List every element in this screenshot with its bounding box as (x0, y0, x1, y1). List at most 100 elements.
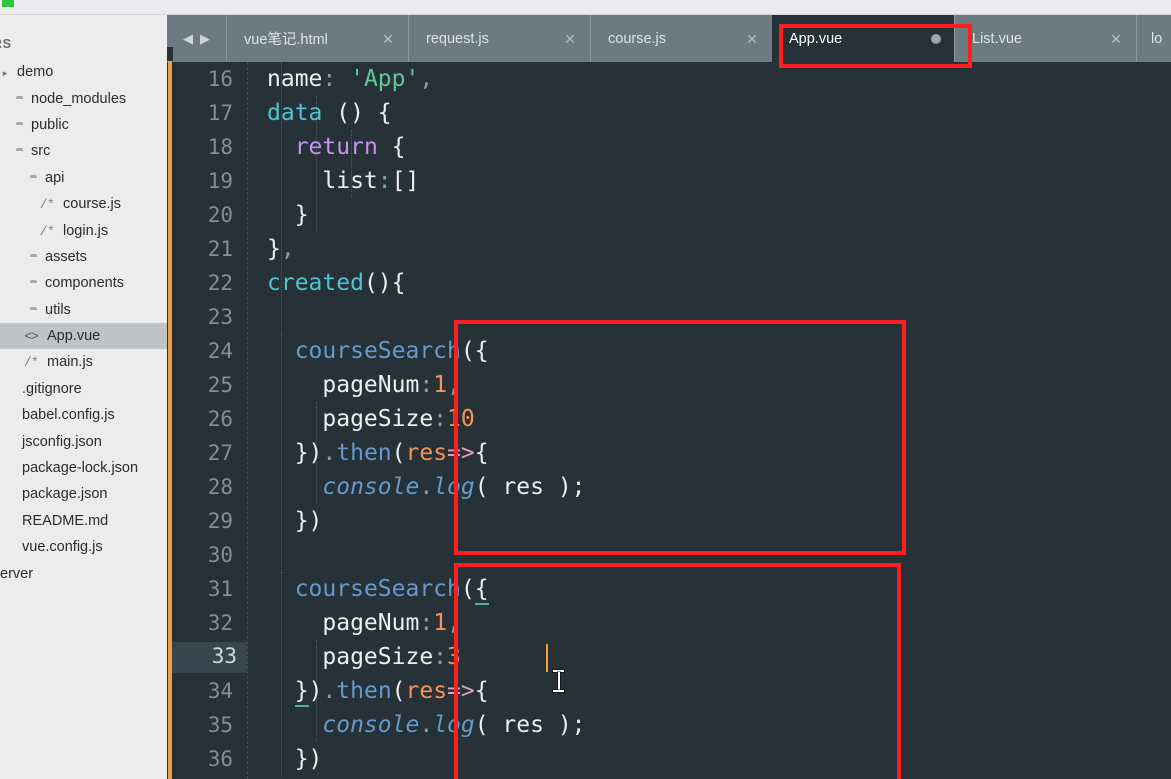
tree-item-label: node_modules (31, 90, 127, 107)
tree-item-app-vue[interactable]: <> App.vue (0, 322, 167, 350)
line-number: 36 (207, 747, 233, 771)
code-line-16: name: 'App', (267, 66, 434, 92)
nav-forward-icon[interactable]: ▶ (200, 31, 210, 47)
line-number: 26 (207, 407, 233, 431)
line-number: 16 (207, 67, 233, 91)
editor-tab-lo[interactable]: lo (1136, 15, 1171, 62)
tree-item-label: login.js (63, 222, 109, 239)
js-file-icon: /* (39, 197, 55, 213)
tree-item-demo[interactable]: ▸ demo (0, 59, 167, 85)
tree-item-label: src (31, 143, 51, 160)
code-line-24: courseSearch({ (294, 338, 489, 364)
tree-item-erver[interactable]: erver (0, 560, 167, 586)
tree-item-package-lock-json[interactable]: package-lock.json (0, 455, 167, 481)
tree-item-label: main.js (47, 354, 93, 371)
line-number: 33 (211, 644, 237, 668)
code-line-29: }) (267, 508, 323, 534)
line-number: 20 (207, 203, 233, 227)
os-title-strip (0, 0, 1171, 15)
editor-tab-list-vue[interactable]: List.vue ✕ (954, 15, 1136, 62)
line-number: 18 (207, 135, 233, 159)
nav-back-icon[interactable]: ◀ (183, 31, 193, 47)
tree-item-label: README.md (22, 512, 109, 529)
tab-close-icon[interactable]: ✕ (381, 32, 395, 46)
code-line-19: list:[] (267, 168, 420, 194)
tree-item-package-json[interactable]: package.json (0, 481, 167, 507)
code-line-22: created(){ (267, 270, 406, 296)
editor-tab-label: List.vue (972, 30, 1022, 47)
tree-item-label: api (45, 169, 65, 186)
editor-tab-request-js[interactable]: request.js ✕ (408, 15, 590, 62)
code-line-27: }).then(res=>{ (267, 440, 489, 466)
code-line-20: } (267, 202, 309, 228)
tree-item-src[interactable]: src (0, 138, 167, 164)
tree-item-label: .gitignore (22, 380, 82, 397)
code-line-25: pageNum:1, (267, 372, 461, 398)
js-file-icon: /* (39, 223, 55, 239)
vue-file-icon: <> (24, 329, 38, 345)
file-tree[interactable]: ▸ demo node_modulespublic src api /* course.js… (0, 59, 167, 587)
code-line-26: pageSize:10 (267, 406, 475, 432)
editor-tab-bar[interactable]: ◀ ▶ vue笔记.html ✕ request.js ✕ course.js ✕ App.… (167, 15, 1171, 62)
editor-edge-filler (167, 47, 173, 61)
line-number: 24 (207, 339, 233, 363)
tree-item-label: demo (17, 64, 54, 81)
tree-item-babel-config-js[interactable]: babel.config.js (0, 402, 167, 428)
tree-item-vue-config-js[interactable]: vue.config.js (0, 534, 167, 560)
tree-item-readme-md[interactable]: README.md (0, 508, 167, 534)
editor-tab-app-vue[interactable]: App.vue (772, 15, 954, 62)
editor-accent-bar (168, 61, 172, 779)
tree-item-label: jsconfig.json (22, 433, 102, 450)
explorer-sidebar[interactable]: ERS ▸ demo node_modulespublic src api /* cours… (0, 15, 167, 779)
tab-close-icon[interactable]: ✕ (563, 32, 577, 46)
tree-item-node-modules[interactable]: node_modules (0, 85, 167, 111)
tree-item-login-js[interactable]: /* login.js (0, 217, 167, 243)
code-line-33: pageSize:3 (267, 644, 461, 670)
tree-item-main-js[interactable]: /* main.js (0, 349, 167, 375)
editor-tab-course-js[interactable]: course.js ✕ (590, 15, 772, 62)
line-number: 25 (207, 373, 233, 397)
code-line-31: courseSearch({ (267, 572, 489, 606)
tree-item-assets[interactable]: assets (0, 244, 167, 270)
tree-item-label: utils (45, 301, 71, 318)
tree-item-api[interactable]: api (0, 165, 167, 191)
editor-tab-vue-html[interactable]: vue笔记.html ✕ (226, 15, 408, 62)
code-line-35: console.log( res ); (322, 712, 586, 738)
green-indicator-icon (2, 0, 14, 7)
tree-item-label: public (31, 116, 69, 133)
code-surface[interactable]: 16 17 18 19 20 21 22 23 24 25 26 27 28 29 30 31 32 33 34 35… (167, 62, 1171, 779)
line-number: 34 (207, 679, 233, 703)
js-file-icon: /* (23, 355, 39, 371)
editor-area: ◀ ▶ vue笔记.html ✕ request.js ✕ course.js ✕ App.… (167, 15, 1171, 779)
tree-item-components[interactable]: components (0, 270, 167, 296)
editor-tab-label: lo (1151, 30, 1163, 47)
chevron-right-icon: ▸ (2, 68, 8, 79)
code-line-17: data () { (267, 100, 392, 126)
code-line-21: }, (267, 236, 295, 262)
tab-close-icon[interactable]: ✕ (745, 32, 759, 46)
code-line-34: }).then(res=>{ (267, 674, 489, 708)
line-number: 19 (207, 169, 233, 193)
line-number: 30 (207, 543, 233, 567)
line-number: 35 (207, 713, 233, 737)
tab-modified-dot-icon[interactable] (931, 33, 941, 44)
tree-item-label: App.vue (47, 328, 101, 345)
explorer-title: ERS (0, 37, 12, 51)
tab-close-icon[interactable]: ✕ (1109, 32, 1123, 46)
code-line-36: }) (267, 746, 323, 772)
line-number: 23 (207, 305, 233, 329)
line-number: 17 (207, 101, 233, 125)
tree-item-public[interactable]: public (0, 112, 167, 138)
line-number: 21 (207, 237, 233, 261)
tree-item-course-js[interactable]: /* course.js (0, 191, 167, 217)
editor-tab-label: course.js (608, 30, 667, 47)
tree-item-jsconfig-json[interactable]: jsconfig.json (0, 428, 167, 454)
tab-nav-arrows[interactable]: ◀ ▶ (167, 15, 226, 62)
tree-item--gitignore[interactable]: .gitignore (0, 376, 167, 402)
tree-item-label: vue.config.js (22, 539, 103, 556)
editor-tab-label: vue笔记.html (244, 32, 328, 48)
tree-item-label: course.js (63, 196, 122, 213)
tree-item-label: package-lock.json (22, 460, 139, 477)
fold-guide (247, 62, 248, 779)
tree-item-utils[interactable]: utils (0, 297, 167, 323)
